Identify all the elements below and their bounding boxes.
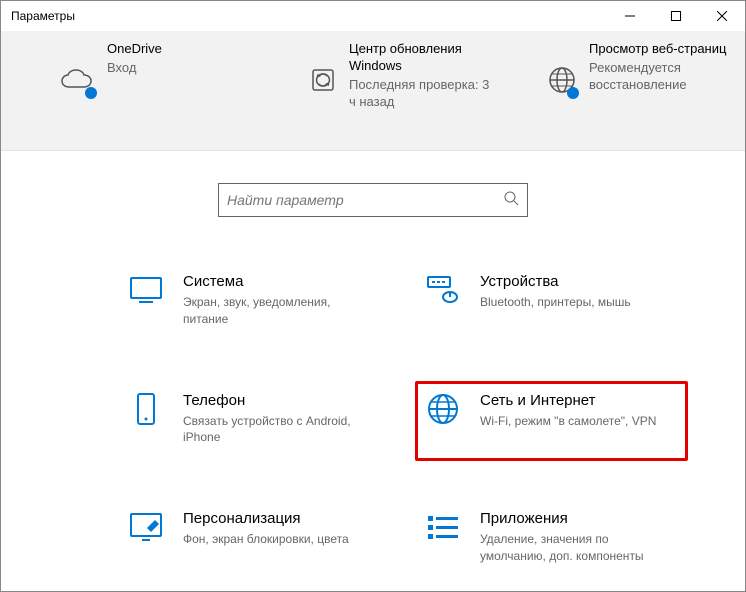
- web-title: Просмотр веб-страниц: [589, 41, 745, 58]
- apps-icon: [426, 510, 460, 544]
- titlebar-buttons: [607, 1, 745, 31]
- category-devices[interactable]: Устройства Bluetooth, принтеры, мышь: [418, 265, 685, 340]
- category-title: Персонализация: [183, 510, 349, 527]
- category-network[interactable]: Сеть и Интернет Wi-Fi, режим "в самолете…: [415, 381, 688, 462]
- category-sub: Фон, экран блокировки, цвета: [183, 531, 349, 548]
- search-icon: [504, 191, 519, 210]
- category-sub: Wi-Fi, режим "в самолете", VPN: [480, 413, 656, 430]
- category-title: Сеть и Интернет: [480, 392, 656, 409]
- category-title: Устройства: [480, 273, 631, 290]
- categories-grid: Система Экран, звук, уведомления, питани…: [1, 237, 745, 577]
- update-title: Центр обновления Windows: [349, 41, 497, 75]
- web-sub: Рекомендуется восстановление: [589, 60, 745, 94]
- system-icon: [129, 273, 163, 307]
- network-icon: [426, 392, 460, 426]
- phone-icon: [129, 392, 163, 426]
- windows-update-status[interactable]: Центр обновления Windows Последняя прове…: [309, 41, 497, 140]
- category-system[interactable]: Система Экран, звук, уведомления, питани…: [121, 265, 388, 340]
- category-personalization[interactable]: Персонализация Фон, экран блокировки, цв…: [121, 502, 388, 577]
- onedrive-title: OneDrive: [107, 41, 162, 58]
- category-apps[interactable]: Приложения Удаление, значения по умолчан…: [418, 502, 685, 577]
- category-title: Телефон: [183, 392, 363, 409]
- close-button[interactable]: [699, 1, 745, 31]
- web-browsing-status[interactable]: Просмотр веб-страниц Рекомендуется восст…: [547, 41, 745, 140]
- titlebar: Параметры: [1, 1, 745, 31]
- search-input[interactable]: [227, 192, 504, 208]
- category-title: Система: [183, 273, 363, 290]
- window-title: Параметры: [11, 9, 607, 23]
- update-sub: Последняя проверка: 3 ч назад: [349, 77, 497, 111]
- onedrive-sub: Вход: [107, 60, 162, 77]
- search-box[interactable]: [218, 183, 528, 217]
- maximize-button[interactable]: [653, 1, 699, 31]
- status-banner: OneDrive Вход Центр обновления Windows П…: [1, 31, 745, 151]
- category-sub: Bluetooth, принтеры, мышь: [480, 294, 631, 311]
- onedrive-status[interactable]: OneDrive Вход: [61, 41, 259, 140]
- category-phone[interactable]: Телефон Связать устройство с Android, iP…: [121, 384, 388, 459]
- category-sub: Связать устройство с Android, iPhone: [183, 413, 363, 447]
- update-icon: [309, 63, 337, 97]
- devices-icon: [426, 273, 460, 307]
- search-container: [1, 151, 745, 237]
- personalization-icon: [129, 510, 163, 544]
- category-title: Приложения: [480, 510, 660, 527]
- globe-icon: [547, 63, 577, 97]
- minimize-button[interactable]: [607, 1, 653, 31]
- cloud-icon: [61, 63, 95, 97]
- category-sub: Удаление, значения по умолчанию, доп. ко…: [480, 531, 660, 565]
- category-sub: Экран, звук, уведомления, питание: [183, 294, 363, 328]
